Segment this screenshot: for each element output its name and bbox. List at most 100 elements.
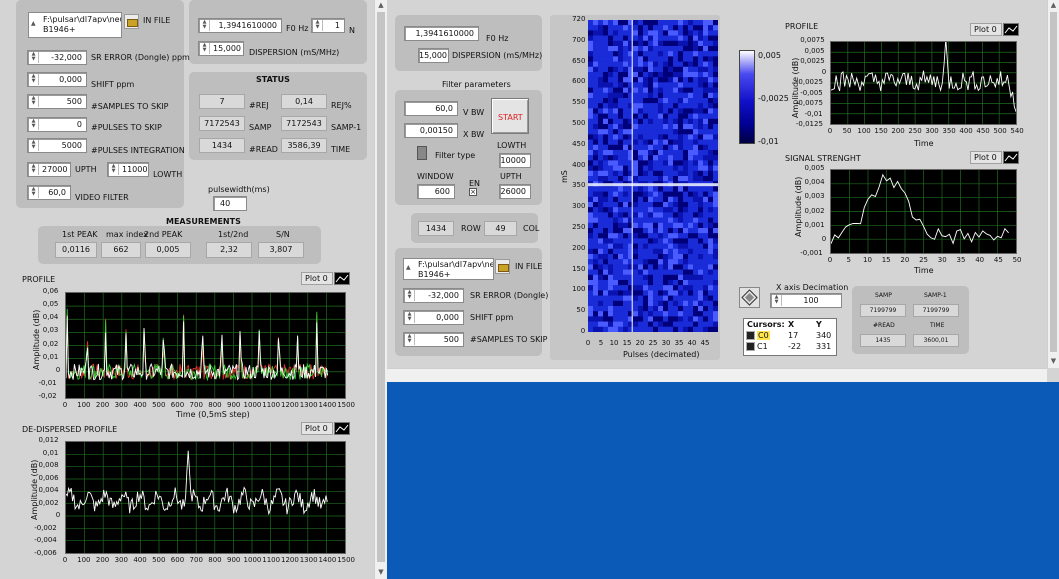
cursor-c1-icon[interactable] (746, 342, 755, 351)
waterfall-y-tick: 700 (572, 35, 586, 44)
waterfall-y-tick: 400 (572, 160, 586, 169)
dedispersed-x-tick: 200 (95, 556, 110, 564)
waterfall-y-tick: 0 (580, 327, 586, 335)
dedispersed-x-tick: 1400 (318, 556, 337, 564)
start-button[interactable]: START (491, 98, 529, 134)
r-window-label: WINDOW (417, 172, 454, 181)
cursor-c0-icon[interactable] (746, 331, 755, 340)
profile-x-tick: 900 (227, 401, 241, 409)
browse-folder-icon[interactable] (124, 14, 139, 29)
r-scroll-up-icon[interactable]: ▲ (1048, 0, 1059, 10)
r-profile-x-tick: 0 (827, 127, 833, 135)
r-window-input[interactable]: 600 (417, 184, 455, 199)
signal-y-tick: 0 (821, 234, 827, 243)
dedispersed-plot-legend[interactable]: Plot 0 (301, 422, 333, 435)
r-profile-x-tick: 250 (908, 127, 922, 135)
right-window-hscrollbar[interactable] (387, 368, 1047, 382)
scale-mid: -0,0025 (758, 94, 789, 103)
r-profile-x-tick: 350 (942, 127, 956, 135)
signal-y-tick: 0,001 (804, 220, 825, 229)
waterfall-y-tick: 50 (576, 306, 586, 315)
profile-x-tick: 100 (77, 401, 91, 409)
r-f0-input[interactable]: 1,3941610000 (404, 26, 479, 41)
cursor-header-y: Y (816, 320, 822, 329)
left-window-scrollbar[interactable]: ▲ ▼ (374, 0, 387, 579)
r-dispersion-input[interactable]: 15,000 (418, 48, 449, 63)
video-filter-input[interactable]: ▲ ▼ 60,0 (27, 185, 71, 200)
r-sr-error-input[interactable]: ▲ ▼ -32,000 (403, 288, 464, 303)
en-checkbox[interactable]: × (469, 188, 477, 196)
lowth-input[interactable]: ▲ ▼ 11000 (107, 162, 149, 177)
profile-x-tick: 1100 (262, 401, 281, 409)
r-profile-y-tick: 0,0025 (800, 57, 825, 65)
scroll-thumb[interactable] (377, 12, 385, 562)
signal-plot-legend[interactable]: Plot 0 (970, 151, 1002, 164)
right-window-scrollbar[interactable]: ▲ ▼ (1047, 0, 1059, 368)
waterfall-y-tick: 500 (572, 119, 586, 127)
r-profile-y-tick: 0,005 (804, 46, 825, 55)
r-xbw-input[interactable]: 0,00150 (404, 123, 458, 138)
sr-error-input[interactable]: ▲ ▼ -32,000 (27, 50, 87, 65)
upth-input[interactable]: ▲ ▼ 27000 (27, 162, 71, 177)
r-vbw-input[interactable]: 60,0 (404, 101, 458, 116)
r-upth-input[interactable]: 26000 (499, 184, 531, 199)
signal-trace (830, 173, 1009, 245)
profile-y-tick: 0 (55, 365, 61, 374)
infile-path[interactable]: ▲ F:\pulsar\dl7apv\neu\ B1946+ (28, 12, 122, 38)
filter-type-toggle[interactable] (417, 146, 427, 160)
dedispersed-legend-line-icon[interactable] (334, 422, 350, 435)
r-scroll-down-icon[interactable]: ▼ (1048, 356, 1059, 366)
r-samples-skip-label: #SAMPLES TO SKIP (470, 335, 548, 344)
mini-samp1-value: 7199799 (913, 304, 959, 317)
profile-plot-legend[interactable]: Plot 0 (301, 272, 333, 285)
samples-skip-input[interactable]: ▲ ▼ 500 (27, 94, 87, 109)
signal-x-tick: 5 (846, 256, 851, 264)
dedispersed-y-tick: -0,006 (34, 549, 57, 557)
f0-input[interactable]: ▲ ▼ 1,3941610000 (198, 18, 282, 33)
pulsewidth-input[interactable]: 40 (213, 196, 247, 211)
n-input[interactable]: ▲ ▼ 1 (311, 18, 345, 33)
cursor-c1-name[interactable]: C1 (757, 342, 768, 351)
scroll-down-icon[interactable]: ▼ (375, 567, 387, 577)
pulses-integration-input[interactable]: ▲ ▼ 5000 (27, 138, 87, 153)
r-infile-path[interactable]: ▲ F:\pulsar\dl7apv\neu\ B1946+ (403, 258, 494, 280)
cursor-c0-y: 340 (816, 331, 832, 340)
waterfall-y-tick: 300 (572, 202, 586, 211)
r-scroll-thumb[interactable] (1050, 12, 1057, 352)
signal-title: SIGNAL STRENGHT (785, 154, 861, 163)
dedispersed-y-tick: 0,012 (38, 436, 59, 444)
r-lowth-label: LOWTH (497, 141, 527, 150)
meas-header-sn: S/N (276, 230, 290, 239)
cursor-c0-name[interactable]: C0 (757, 331, 770, 340)
pulses-skip-input[interactable]: ▲ ▼ 0 (27, 117, 87, 132)
r-samples-skip-input[interactable]: ▲ ▼ 500 (403, 332, 464, 347)
shift-input[interactable]: ▲ ▼ 0,000 (27, 72, 87, 87)
x-axis-decimation-input[interactable]: ▲ ▼ 100 (770, 293, 842, 308)
r-profile-legend-line-icon[interactable] (1003, 23, 1019, 36)
dedispersed-x-tick: 500 (152, 556, 166, 564)
left-window: ▲ F:\pulsar\dl7apv\neu\ B1946+ IN FILE ▲… (0, 0, 387, 579)
profile-legend-line-icon[interactable] (334, 272, 350, 285)
dispersion-input[interactable]: ▲ ▼ 15,000 (198, 41, 244, 56)
r-shift-input[interactable]: ▲ ▼ 0,000 (403, 310, 464, 325)
cursor-move-icon[interactable] (739, 287, 760, 308)
dedispersed-x-tick: 400 (133, 556, 147, 564)
time-value: 3586,39 (281, 138, 327, 153)
r-profile-y-tick: 0,0075 (800, 36, 825, 44)
r-browse-folder-icon[interactable] (495, 259, 510, 274)
waterfall-x-tick: 40 (687, 339, 697, 347)
rej-label: #REJ (249, 101, 269, 110)
waterfall-x-tick: 35 (674, 339, 684, 347)
lowth-label: LOWTH (153, 170, 183, 179)
dedispersed-plot-svg (65, 442, 345, 553)
r-profile-y-tick: -0,0125 (795, 120, 823, 128)
waterfall-image (588, 20, 718, 332)
r-lowth-input[interactable]: 10000 (499, 153, 531, 168)
meas-header-2nd-peak: 2nd PEAK (144, 230, 183, 239)
sr-error-label: SR ERROR (Dongle) ppm (91, 53, 190, 62)
rej-pct-value: 0,14 (281, 94, 327, 109)
scroll-up-icon[interactable]: ▲ (375, 0, 387, 10)
r-profile-plot-legend[interactable]: Plot 0 (970, 23, 1002, 36)
dedispersed-x-tick: 1300 (299, 556, 318, 564)
signal-legend-line-icon[interactable] (1003, 151, 1019, 164)
